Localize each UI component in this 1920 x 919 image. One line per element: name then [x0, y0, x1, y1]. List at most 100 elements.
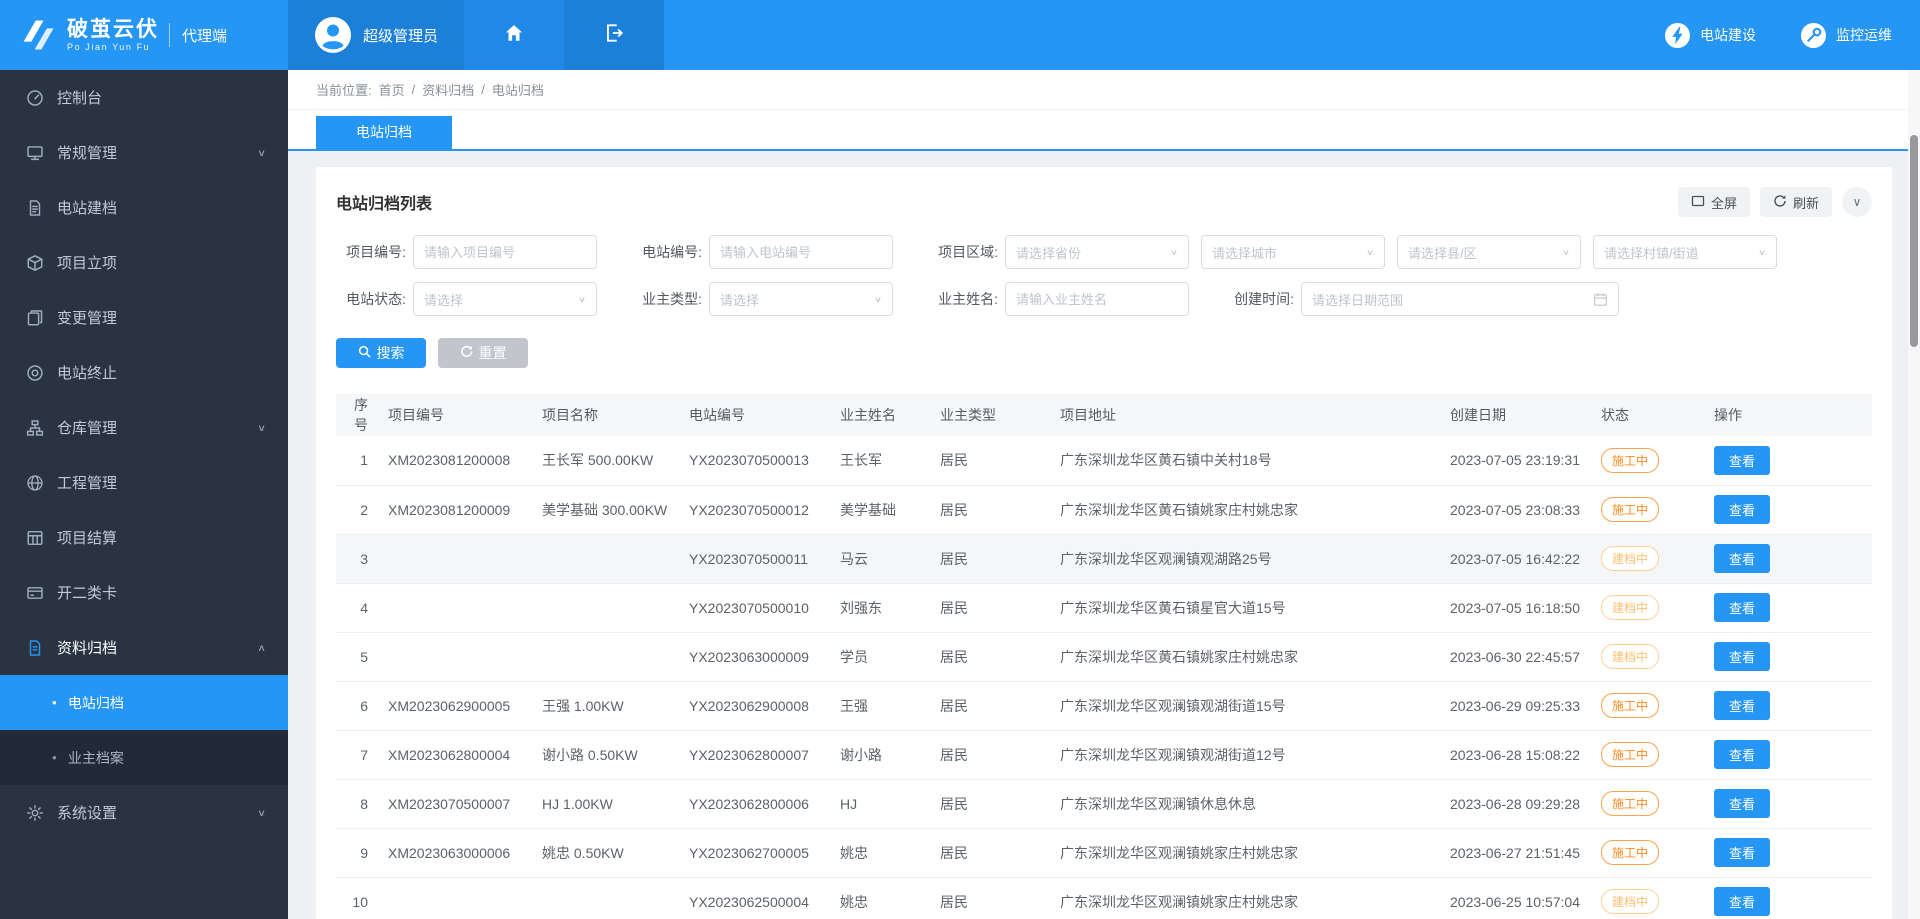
cell-project-name [534, 632, 681, 681]
search-icon [358, 345, 371, 361]
breadcrumb-data-archive[interactable]: 资料归档 [422, 80, 474, 99]
cell-address: 广东深圳龙华区观澜镇观湖路25号 [1052, 534, 1442, 583]
sidebar-subitem-owner-files[interactable]: ● 业主档案 [0, 730, 288, 785]
view-button[interactable]: 查看 [1714, 887, 1770, 916]
filter-station-status: 电站状态: 请选择 ∨ [336, 282, 597, 316]
view-button[interactable]: 查看 [1714, 495, 1770, 524]
cell-project-no [380, 632, 534, 681]
select-placeholder: 请选择 [424, 290, 463, 309]
cell-index: 1 [336, 436, 380, 485]
user-menu[interactable]: 超级管理员 [288, 0, 464, 70]
cell-station-no: YX2023062800006 [681, 779, 832, 828]
sidebar-item-type2-card[interactable]: 开二类卡 [0, 565, 288, 620]
home-icon [503, 22, 525, 49]
app-root: 破茧云伏 Po Jian Yun Fu 代理端 超级管理员 [0, 0, 1920, 919]
city-select[interactable]: 请选择城市 ∨ [1201, 235, 1385, 269]
sidebar-item-station-termination[interactable]: 电站终止 [0, 345, 288, 400]
owner-name-input[interactable] [1005, 282, 1189, 316]
sidebar-item-label: 开二类卡 [57, 582, 117, 603]
sidebar-item-label: 项目结算 [57, 527, 117, 548]
status-badge: 建档中 [1601, 595, 1659, 620]
sidebar-item-change-mgmt[interactable]: 变更管理 [0, 290, 288, 345]
cell-owner-name: 王长军 [832, 436, 932, 485]
cell-status: 施工中 [1593, 436, 1706, 485]
filter-row-2: 电站状态: 请选择 ∨ 业主类型: 请选择 ∨ 业主姓名: [336, 282, 1872, 316]
view-button[interactable]: 查看 [1714, 642, 1770, 671]
refresh-button[interactable]: 刷新 [1760, 187, 1832, 217]
col-project-no: 项目编号 [380, 394, 534, 436]
view-button[interactable]: 查看 [1714, 838, 1770, 867]
brand-text: 破茧云伏 Po Jian Yun Fu [67, 18, 159, 52]
sidebar-subitem-station-archive[interactable]: ● 电站归档 [0, 675, 288, 730]
view-button[interactable]: 查看 [1714, 593, 1770, 622]
sidebar-item-label: 电站终止 [57, 362, 117, 383]
sidebar-item-station-filing[interactable]: 电站建档 [0, 180, 288, 235]
project-no-input[interactable] [413, 235, 597, 269]
nav-station-build[interactable]: 电站建设 [1664, 0, 1756, 70]
view-button[interactable]: 查看 [1714, 740, 1770, 769]
status-badge: 建档中 [1601, 546, 1659, 571]
sidebar-item-label: 系统设置 [57, 802, 117, 823]
reset-button[interactable]: 重置 [438, 338, 528, 368]
sidebar-item-warehouse-mgmt[interactable]: 仓库管理 ∨ [0, 400, 288, 455]
breadcrumb-home[interactable]: 首页 [379, 80, 405, 99]
filter-label: 项目区域: [928, 242, 998, 262]
chevron-down-icon: ∨ [1853, 195, 1862, 209]
tab-station-archive[interactable]: 电站归档 [316, 116, 452, 149]
panel-header: 电站归档列表 全屏 刷新 ∨ [336, 167, 1872, 235]
sidebar-item-engineering-mgmt[interactable]: 工程管理 [0, 455, 288, 510]
sidebar-item-project-initiation[interactable]: 项目立项 [0, 235, 288, 290]
nav-monitor-ops[interactable]: 监控运维 [1800, 0, 1892, 70]
scrollbar-thumb[interactable] [1910, 135, 1918, 347]
cell-address: 广东深圳龙华区黄石镇星官大道15号 [1052, 583, 1442, 632]
chevron-down-icon: ∨ [1366, 247, 1374, 257]
search-button[interactable]: 搜索 [336, 338, 426, 368]
avatar [314, 16, 352, 54]
province-select[interactable]: 请选择省份 ∨ [1005, 235, 1189, 269]
table-row: 7 XM2023062800004 谢小路 0.50KW YX202306280… [336, 730, 1872, 779]
sidebar-item-data-archive[interactable]: 资料归档 ∧ [0, 620, 288, 675]
sidebar-item-label: 工程管理 [57, 472, 117, 493]
street-select[interactable]: 请选择村镇/街道 ∨ [1593, 235, 1777, 269]
cell-owner-type: 居民 [932, 583, 1052, 632]
filter-label: 电站编号: [632, 242, 702, 262]
collapse-button[interactable]: ∨ [1842, 187, 1872, 217]
table-row: 2 XM2023081200009 美学基础 300.00KW YX202307… [336, 485, 1872, 534]
cube-icon [26, 254, 44, 272]
sidebar-item-label: 业主档案 [68, 748, 124, 768]
district-select[interactable]: 请选择县/区 ∨ [1397, 235, 1581, 269]
view-button[interactable]: 查看 [1714, 446, 1770, 475]
fullscreen-button[interactable]: 全屏 [1678, 187, 1750, 217]
station-status-select[interactable]: 请选择 ∨ [413, 282, 597, 316]
logout-button[interactable] [564, 0, 664, 70]
cell-created: 2023-07-05 23:08:33 [1442, 485, 1593, 534]
cell-owner-name: 马云 [832, 534, 932, 583]
chevron-down-icon: ∨ [1170, 247, 1178, 257]
archive-table: 序号 项目编号 项目名称 电站编号 业主姓名 业主类型 项目地址 创建日期 状态… [336, 394, 1872, 919]
view-button[interactable]: 查看 [1714, 544, 1770, 573]
view-button[interactable]: 查看 [1714, 789, 1770, 818]
nav-label: 电站建设 [1700, 25, 1756, 45]
table-row: 9 XM2023063000006 姚忠 0.50KW YX2023062700… [336, 828, 1872, 877]
view-button[interactable]: 查看 [1714, 691, 1770, 720]
cell-created: 2023-06-29 09:25:33 [1442, 681, 1593, 730]
sidebar-item-general-mgmt[interactable]: 常规管理 ∨ [0, 125, 288, 180]
cell-created: 2023-06-28 15:08:22 [1442, 730, 1593, 779]
breadcrumb: 当前位置: 首页 / 资料归档 / 电站归档 [288, 70, 1920, 110]
cell-owner-type: 居民 [932, 730, 1052, 779]
status-badge: 施工中 [1601, 497, 1659, 522]
sidebar-item-project-settlement[interactable]: 项目结算 [0, 510, 288, 565]
sidebar-item-console[interactable]: 控制台 [0, 70, 288, 125]
date-range-input[interactable]: 请选择日期范围 [1301, 282, 1619, 316]
cell-owner-type: 居民 [932, 534, 1052, 583]
owner-type-select[interactable]: 请选择 ∨ [709, 282, 893, 316]
station-no-input[interactable] [709, 235, 893, 269]
cell-project-name: 美学基础 300.00KW [534, 485, 681, 534]
home-button[interactable] [464, 0, 564, 70]
table-row: 6 XM2023062900005 王强 1.00KW YX2023062900… [336, 681, 1872, 730]
cell-action: 查看 [1706, 583, 1872, 632]
portal-label: 代理端 [169, 23, 227, 47]
sidebar-item-label: 仓库管理 [57, 417, 117, 438]
scrollbar-track[interactable] [1908, 70, 1920, 919]
sidebar-item-system-settings[interactable]: 系统设置 ∨ [0, 785, 288, 840]
